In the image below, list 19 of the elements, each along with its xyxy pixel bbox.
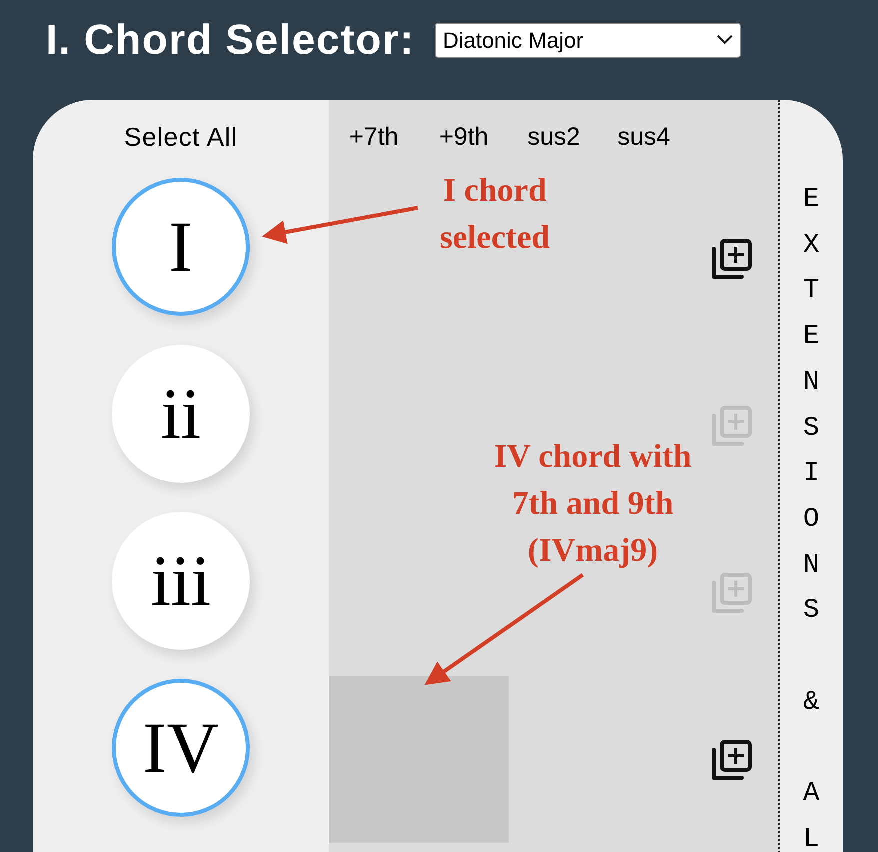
annotation-text: IV chord with 7th and 9th (IVmaj9)	[493, 438, 693, 571]
scale-dropdown[interactable]: Diatonic Major	[434, 22, 741, 58]
chevron-down-icon	[716, 35, 733, 45]
extension-column-header: sus4	[616, 122, 672, 153]
extension-column-header: +9th	[438, 122, 490, 153]
extension-column-header: +7th	[348, 122, 400, 153]
page-title: I. Chord Selector:	[46, 19, 415, 61]
selected-extension-cell[interactable]	[329, 676, 419, 843]
select-all-button[interactable]: Select All	[124, 118, 238, 157]
annotation-text: I chord selected	[439, 172, 551, 258]
chord-numeral-button[interactable]: IV	[112, 679, 250, 817]
add-copy-icon[interactable]	[710, 236, 754, 280]
add-copy-icon[interactable]	[710, 738, 754, 782]
chord-numeral-button[interactable]: iii	[112, 512, 250, 650]
chord-numeral-button[interactable]: ii	[112, 345, 250, 483]
selected-extension-cell[interactable]	[419, 676, 509, 843]
chord-numeral-button[interactable]: I	[112, 178, 250, 316]
extension-column-header: sus2	[526, 122, 582, 153]
extensions-side-label: EXTENSIONS & AL	[802, 184, 821, 852]
